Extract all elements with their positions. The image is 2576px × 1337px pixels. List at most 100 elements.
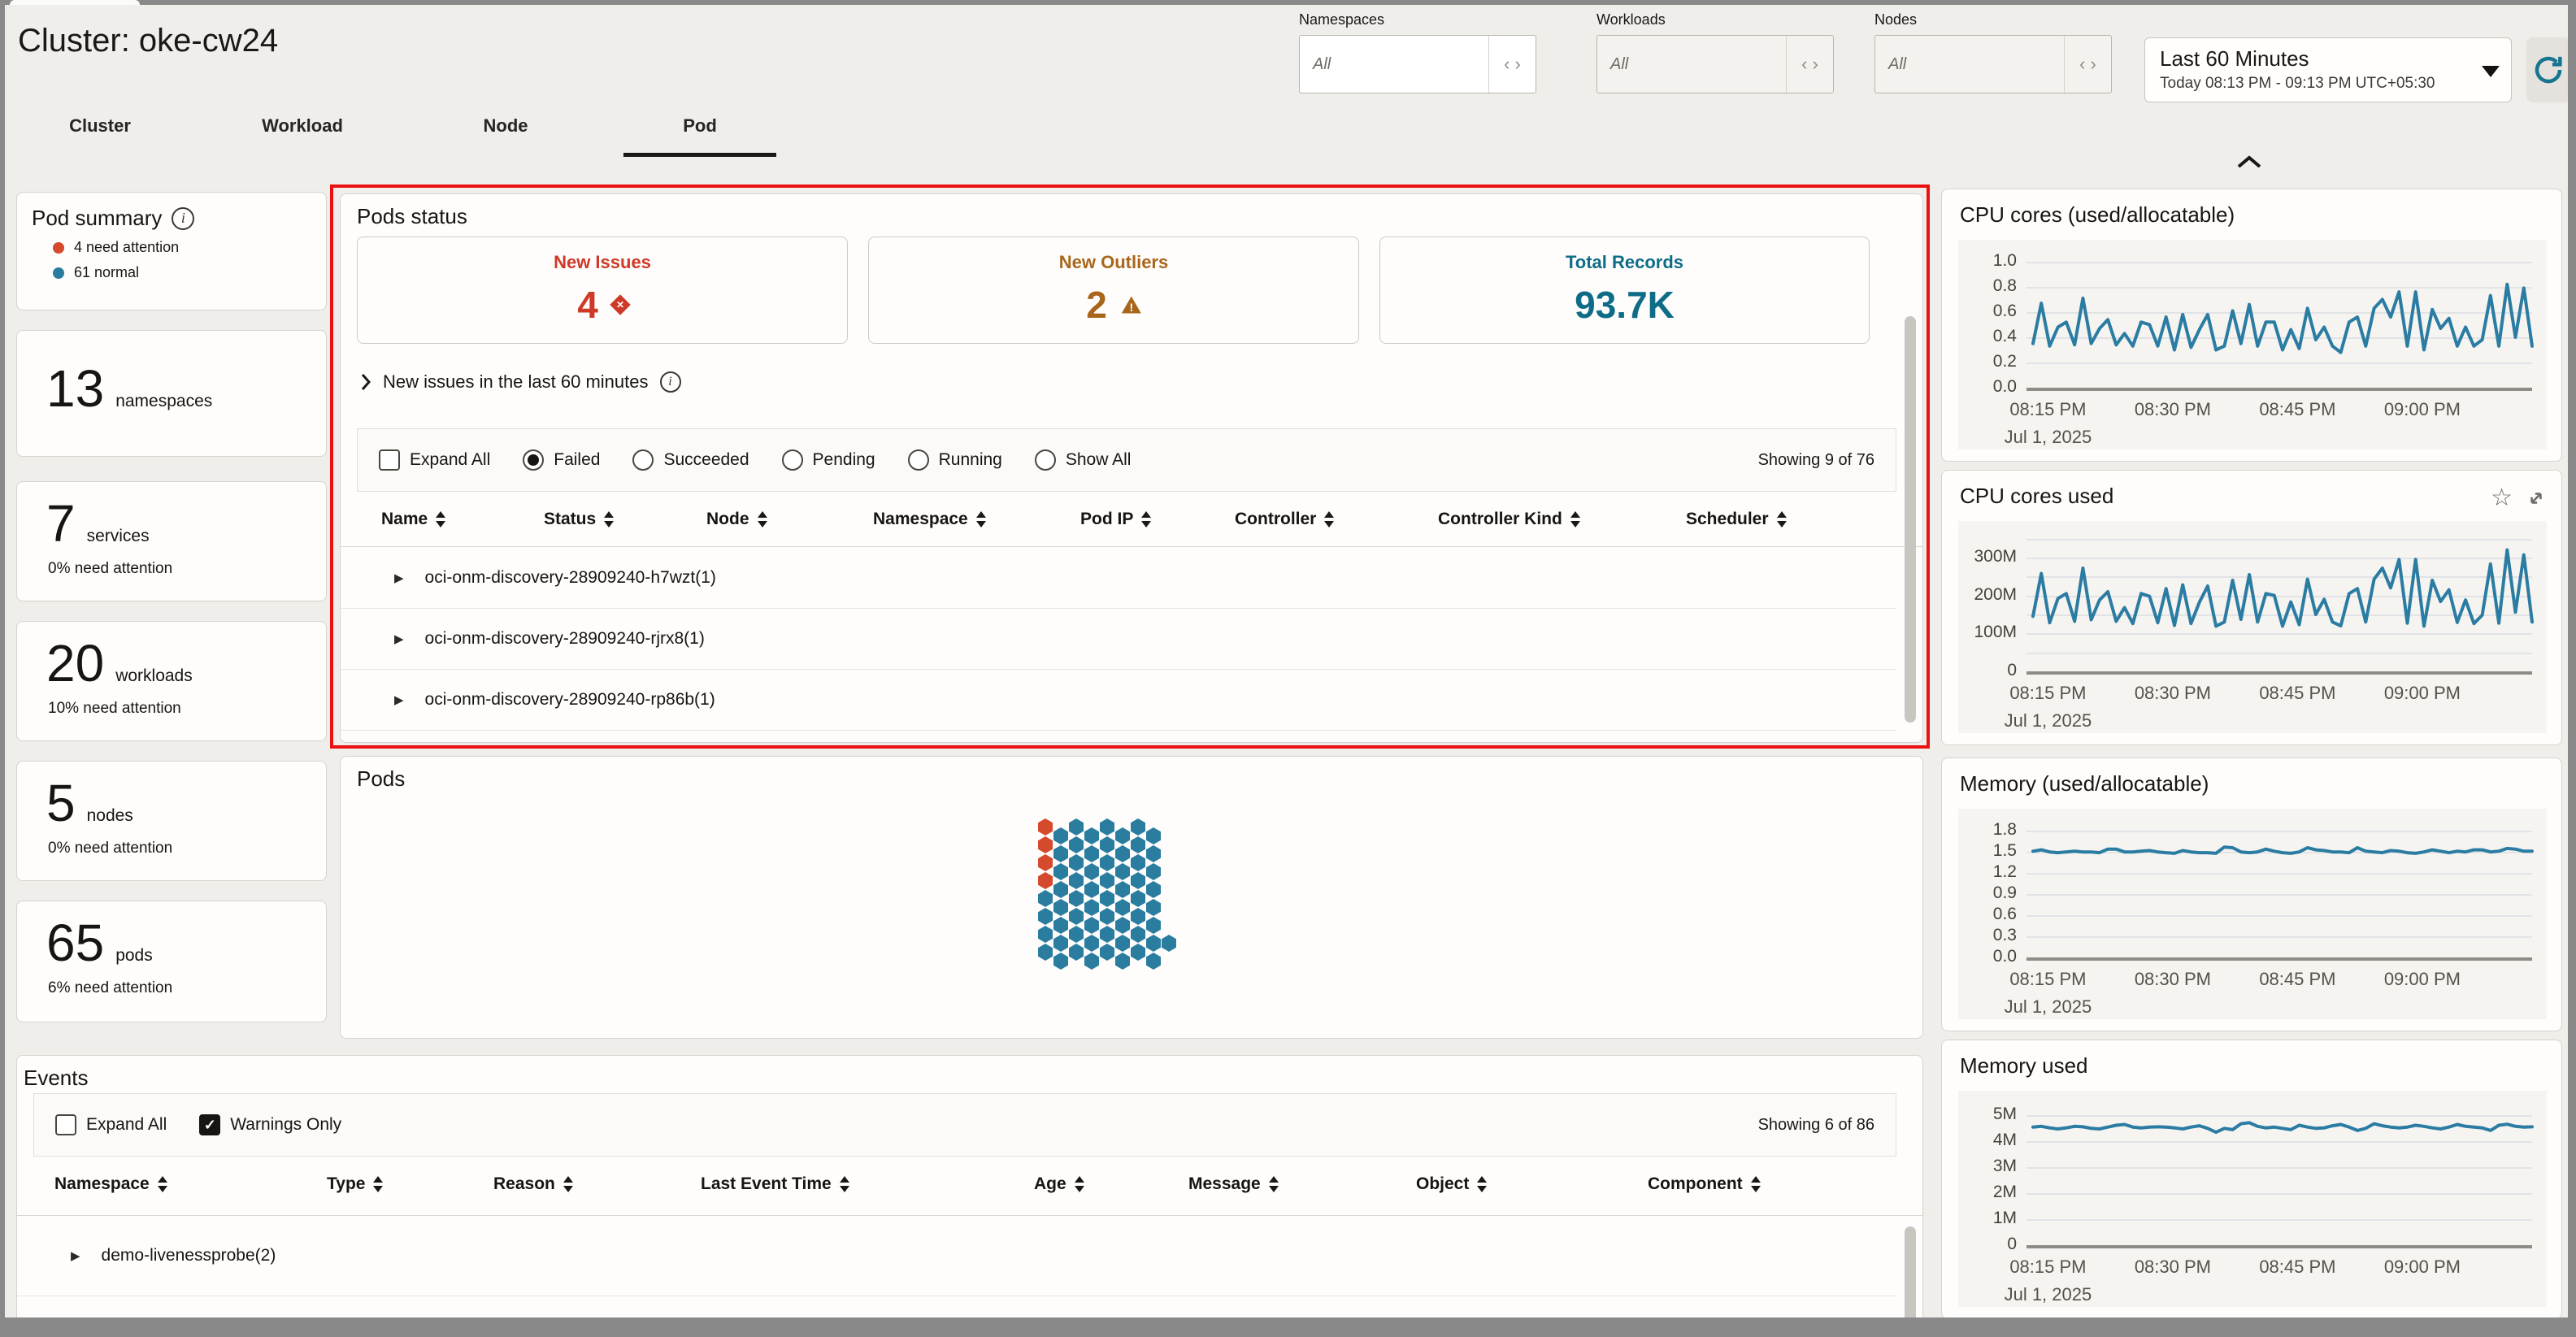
- pod-hexagon[interactable]: [1115, 953, 1130, 970]
- pod-hexagon[interactable]: [1162, 935, 1176, 952]
- pod-hexagon[interactable]: [1131, 854, 1145, 871]
- sort-icon[interactable]: [1570, 511, 1580, 527]
- pod-hexagon[interactable]: [1038, 926, 1053, 943]
- column-header-namespace[interactable]: Namespace: [54, 1153, 167, 1215]
- pod-hexagon[interactable]: [1038, 836, 1053, 853]
- pod-hexagon[interactable]: [1131, 926, 1145, 943]
- new-outliers-card[interactable]: New Outliers 2 !: [868, 237, 1359, 344]
- column-header-namespace[interactable]: Namespace: [873, 492, 986, 546]
- column-header-controller-kind[interactable]: Controller Kind: [1438, 492, 1580, 546]
- table-row[interactable]: ▶oci-onm-discovery-28909240-rp86b(1): [341, 670, 1896, 731]
- pods-table-scrollbar[interactable]: [1905, 316, 1916, 723]
- tab-pod[interactable]: Pod: [619, 115, 781, 137]
- chevron-right-icon[interactable]: ›: [1515, 54, 1521, 75]
- sort-icon[interactable]: [1477, 1176, 1487, 1192]
- pod-hexagon[interactable]: [1084, 863, 1099, 880]
- pod-hexagon[interactable]: [1084, 881, 1099, 898]
- info-icon[interactable]: i: [172, 207, 194, 230]
- nodes-stat-card[interactable]: 5nodes 0% need attention: [16, 761, 327, 881]
- pod-hexagon[interactable]: [1084, 935, 1099, 952]
- pod-hexagon[interactable]: [1131, 890, 1145, 907]
- sort-icon[interactable]: [1269, 1176, 1279, 1192]
- column-header-message[interactable]: Message: [1188, 1153, 1279, 1215]
- pod-hexagon[interactable]: [1038, 854, 1053, 871]
- tab-cluster[interactable]: Cluster: [19, 115, 181, 137]
- sort-icon[interactable]: [840, 1176, 849, 1192]
- expand-row-icon[interactable]: ▶: [71, 1248, 80, 1263]
- column-header-status[interactable]: Status: [544, 492, 614, 546]
- sort-icon[interactable]: [1777, 511, 1787, 527]
- pod-hexagon[interactable]: [1053, 881, 1068, 898]
- sort-icon[interactable]: [373, 1176, 383, 1192]
- column-header-reason[interactable]: Reason: [493, 1153, 573, 1215]
- pod-hexagon[interactable]: [1084, 845, 1099, 862]
- pod-hexagon[interactable]: [1053, 845, 1068, 862]
- chevron-left-icon[interactable]: ‹: [2079, 54, 2085, 75]
- pod-hexagon[interactable]: [1069, 836, 1084, 853]
- pod-hexagon[interactable]: [1115, 881, 1130, 898]
- legend-item-normal[interactable]: 61 normal: [53, 264, 326, 281]
- sort-icon[interactable]: [976, 511, 986, 527]
- table-row[interactable]: ▶oci-onm-discovery-28909240-h7wzt(1): [341, 548, 1896, 609]
- pod-hexagon[interactable]: [1146, 881, 1161, 898]
- sort-icon[interactable]: [1141, 511, 1151, 527]
- pod-hexagon[interactable]: [1100, 836, 1114, 853]
- pod-hexagon[interactable]: [1131, 872, 1145, 889]
- pod-hexagon[interactable]: [1069, 926, 1084, 943]
- table-row[interactable]: ▶demo-livenessprobe(2): [17, 1216, 1896, 1296]
- pod-hexagon[interactable]: [1069, 872, 1084, 889]
- column-header-last-event-time[interactable]: Last Event Time: [701, 1153, 849, 1215]
- workloads-select[interactable]: All ‹›: [1596, 35, 1834, 93]
- time-range-picker[interactable]: Last 60 Minutes Today 08:13 PM - 09:13 P…: [2144, 37, 2512, 102]
- pod-hexagon[interactable]: [1131, 818, 1145, 836]
- table-row[interactable]: ▶oci-onm-discovery-28909240-rjrx8(1): [341, 609, 1896, 670]
- checkbox-icon[interactable]: [55, 1114, 76, 1135]
- pod-hexagon[interactable]: [1084, 827, 1099, 844]
- pod-hexagon[interactable]: [1053, 899, 1068, 916]
- expand-row-icon[interactable]: ▶: [394, 571, 404, 585]
- pod-hexagon[interactable]: [1146, 863, 1161, 880]
- pod-hexagon[interactable]: [1131, 944, 1145, 961]
- namespaces-spinner[interactable]: ‹›: [1488, 36, 1536, 93]
- expand-all-checkbox[interactable]: Expand All: [379, 449, 490, 471]
- sort-icon[interactable]: [158, 1176, 167, 1192]
- pod-hexagon[interactable]: [1146, 845, 1161, 862]
- chevron-right-icon[interactable]: ›: [2091, 54, 2096, 75]
- pods-stat-card[interactable]: 65pods 6% need attention: [16, 901, 327, 1022]
- column-header-scheduler[interactable]: Scheduler: [1686, 492, 1787, 546]
- workloads-stat-card[interactable]: 20workloads 10% need attention: [16, 621, 327, 741]
- chevron-right-icon[interactable]: ›: [1813, 54, 1818, 75]
- pod-hexagon[interactable]: [1115, 845, 1130, 862]
- pod-hexagon[interactable]: [1069, 908, 1084, 925]
- radio-icon[interactable]: [632, 449, 654, 471]
- pod-hexagon[interactable]: [1069, 944, 1084, 961]
- radio-failed[interactable]: Failed: [523, 449, 600, 471]
- pod-hexagon[interactable]: [1115, 899, 1130, 916]
- checkbox-icon[interactable]: [379, 449, 400, 471]
- pod-hexagon[interactable]: [1053, 917, 1068, 934]
- sort-icon[interactable]: [604, 511, 614, 527]
- expand-all-checkbox[interactable]: Expand All: [55, 1114, 167, 1135]
- sort-icon[interactable]: [758, 511, 767, 527]
- namespaces-select[interactable]: All ‹›: [1299, 35, 1536, 93]
- sort-icon[interactable]: [1324, 511, 1334, 527]
- info-icon[interactable]: i: [660, 371, 681, 393]
- checkbox-checked-icon[interactable]: ✓: [199, 1114, 220, 1135]
- pod-hexagon[interactable]: [1069, 818, 1084, 836]
- pods-hex-grid[interactable]: [1038, 818, 1184, 973]
- column-header-age[interactable]: Age: [1034, 1153, 1084, 1215]
- pod-hexagon[interactable]: [1100, 872, 1114, 889]
- legend-item-attention[interactable]: 4 need attention: [53, 239, 326, 256]
- sort-icon[interactable]: [1751, 1176, 1761, 1192]
- pod-hexagon[interactable]: [1146, 917, 1161, 934]
- radio-running[interactable]: Running: [908, 449, 1002, 471]
- radio-icon[interactable]: [1035, 449, 1056, 471]
- pod-hexagon[interactable]: [1053, 863, 1068, 880]
- column-header-pod-ip[interactable]: Pod IP: [1080, 492, 1151, 546]
- chevron-left-icon[interactable]: ‹: [1801, 54, 1807, 75]
- table-row[interactable]: ▶demo-scheduling(2): [17, 1296, 1896, 1317]
- tab-workload[interactable]: Workload: [221, 115, 384, 137]
- pod-hexagon[interactable]: [1100, 926, 1114, 943]
- pod-hexagon[interactable]: [1053, 827, 1068, 844]
- sort-icon[interactable]: [436, 511, 445, 527]
